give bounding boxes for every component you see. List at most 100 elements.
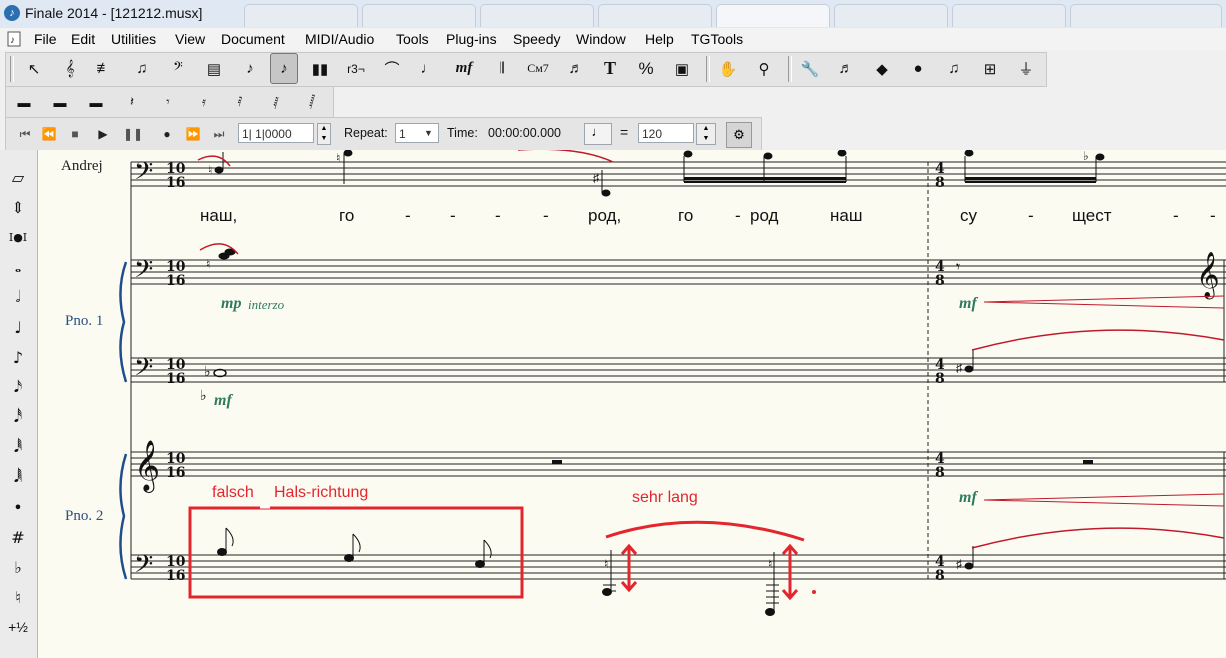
flat-icon[interactable]: ♭ [5, 554, 31, 580]
half-step-icon[interactable]: +½ [5, 614, 31, 640]
browser-tab[interactable] [244, 4, 358, 27]
measure-tool-icon[interactable]: ● [904, 53, 932, 84]
graphics-tool-icon[interactable]: ⊞ [976, 53, 1004, 84]
forward-to-end-icon[interactable]: ⏭ [208, 124, 230, 144]
hundredtwentyeighth-rest-icon[interactable]: 𝅁 [262, 90, 290, 114]
browser-tab[interactable] [952, 4, 1066, 27]
text-tool-icon[interactable]: T [596, 53, 624, 84]
score-view[interactable]: 𝄢 𝄢 𝄢 𝄞 𝄢 10 16 10 16 10 16 10 16 10 16 48 48… [38, 150, 1226, 658]
speedy-eighth-tool-icon[interactable]: ♪ [270, 53, 298, 84]
twohundredfiftysixth-rest-icon[interactable]: 𝅂 [298, 90, 326, 114]
svg-text:♯: ♯ [956, 361, 962, 375]
playback-settings-icon[interactable]: ⚙ [726, 122, 752, 148]
metronome-tool-icon[interactable]: ⏚ [1012, 53, 1040, 84]
menu-view[interactable]: View [175, 31, 205, 47]
menu-plugins[interactable]: Plug-ins [446, 31, 497, 47]
clef-tool-icon[interactable]: 𝄢 [164, 53, 192, 84]
speedy-entry-tool-icon[interactable]: ♫ [128, 53, 156, 84]
sixtyfourth-note-icon[interactable]: 𝅘𝅥𝅱 [5, 434, 31, 460]
measure-counter[interactable]: 1| 1|0000 [238, 123, 314, 143]
menu-speedy[interactable]: Speedy [513, 31, 560, 47]
vocal-staff-name: Andrej [61, 158, 103, 174]
browser-tab[interactable] [1070, 4, 1222, 27]
thirtysecond-rest-icon[interactable]: 𝄿 [190, 90, 218, 114]
sixtyfourth-rest-icon[interactable]: 𝅀 [226, 90, 254, 114]
browser-tab[interactable] [598, 4, 712, 27]
whole-note-icon[interactable]: 𝅝 [5, 254, 31, 280]
eighth-rest-icon[interactable]: 𝄽 [118, 90, 146, 114]
midi-tool-icon[interactable]: ▮▮ [306, 53, 334, 84]
half-note-icon[interactable]: 𝅗𝅥 [5, 284, 31, 310]
rewind-to-start-icon[interactable]: ⏮ [14, 124, 36, 144]
counter-spinner[interactable]: ▲ ▼ [317, 123, 331, 145]
menu-midi-audio[interactable]: MIDI/Audio [305, 31, 374, 47]
browser-tab[interactable] [480, 4, 594, 27]
midi-audio-tool-icon[interactable]: ♬ [832, 53, 860, 84]
chord-tool-icon[interactable]: Cм7 [524, 53, 552, 84]
record-icon[interactable]: ● [156, 124, 178, 144]
eighth-note-icon[interactable]: ♪ [5, 344, 31, 370]
page-layout-tool-icon[interactable]: ▣ [668, 53, 696, 84]
expression-tool-icon[interactable]: mf [450, 53, 478, 84]
sharp-icon[interactable]: # [5, 524, 31, 550]
rewind-icon[interactable]: ⏪ [38, 124, 60, 144]
menu-help[interactable]: Help [645, 31, 674, 47]
time-signature-tool-icon[interactable]: ▤ [200, 53, 228, 84]
sixteenth-rest-icon[interactable]: 𝄾 [154, 90, 182, 114]
tempo-input[interactable]: 120 [638, 123, 694, 143]
repeat-tool-icon[interactable]: 𝄂 [488, 53, 516, 84]
rests-toolbar: ▬ ▬ ▬ 𝄽 𝄾 𝄿 𝅀 𝅁 𝅂 [5, 86, 334, 118]
hundredtwentyeighth-note-icon[interactable]: 𝅘𝅥𝅲 [5, 464, 31, 490]
selection-tool-icon[interactable]: ↖ [20, 53, 48, 84]
simple-entry-tool-icon[interactable]: ≢ [90, 53, 118, 84]
playback-controls: ⏮ ⏪ ■ ▶ ❚❚ ● ⏩ ⏭ 1| 1|0000 ▲ ▼ Repeat: 1 … [5, 117, 762, 151]
zoom-icon[interactable]: ⚲ [750, 53, 778, 84]
fast-forward-icon[interactable]: ⏩ [182, 124, 204, 144]
menu-edit[interactable]: Edit [71, 31, 95, 47]
browser-tab[interactable] [362, 4, 476, 27]
hand-grabber-icon[interactable]: ✋ [714, 53, 742, 84]
special-tools-icon[interactable]: 🔧 [796, 53, 824, 84]
mirror-tool-icon[interactable]: ◆ [868, 53, 896, 84]
thirtysecond-note-icon[interactable]: 𝅘𝅥𝅰 [5, 404, 31, 430]
pause-icon[interactable]: ❚❚ [122, 124, 144, 144]
whole-rest-icon[interactable]: ▬ [10, 90, 38, 114]
svg-text:♪: ♪ [10, 35, 15, 46]
menu-document[interactable]: Document [221, 31, 285, 47]
resize-tool-icon[interactable]: % [632, 53, 660, 84]
tempo-unit-button[interactable]: ♩ [584, 123, 612, 145]
menu-utilities[interactable]: Utilities [111, 31, 156, 47]
chord-label: Cм7 [527, 61, 549, 75]
lyric-hyphen: - [1210, 206, 1216, 225]
tuplet-label: r3¬ [347, 61, 365, 76]
quarter-note-icon[interactable]: ♩ [5, 314, 31, 340]
quarter-rest-icon[interactable]: ▬ [82, 90, 110, 114]
half-rest-icon[interactable]: ▬ [46, 90, 74, 114]
svg-text:𝄢: 𝄢 [134, 157, 153, 192]
menu-tools[interactable]: Tools [396, 31, 429, 47]
staff-tool-icon[interactable]: 𝄞 [56, 53, 84, 84]
dot-icon[interactable]: • [5, 494, 31, 520]
annotation-falsch: falsch [212, 484, 254, 501]
articulation-tool-icon[interactable]: ♩ [414, 53, 442, 84]
note-tool-icon[interactable]: ♪ [236, 53, 264, 84]
menu-window[interactable]: Window [576, 31, 626, 47]
browser-tab[interactable] [834, 4, 948, 27]
lyric-syllable: го [339, 206, 355, 225]
tempo-spinner[interactable]: ▲ ▼ [696, 123, 716, 145]
tuplet-tool-icon[interactable]: r3¬ [342, 53, 370, 84]
lyrics-tool-icon[interactable]: ♬ [562, 53, 590, 84]
eraser-icon[interactable]: ▱ [5, 164, 31, 190]
smart-shape-tool-icon[interactable]: ⌒ [378, 53, 406, 84]
stop-icon[interactable]: ■ [64, 124, 86, 144]
stem-direction-icon[interactable]: ⇕ [5, 194, 31, 220]
ossia-tool-icon[interactable]: ♫ [940, 53, 968, 84]
sixteenth-note-icon[interactable]: 𝅘𝅥𝅯 [5, 374, 31, 400]
tie-icon[interactable]: I●I [5, 224, 31, 250]
menu-file[interactable]: File [34, 31, 57, 47]
play-icon[interactable]: ▶ [92, 124, 114, 144]
menu-tgtools[interactable]: TGTools [691, 31, 743, 47]
lyric-hyphen: - [735, 206, 741, 225]
browser-tab[interactable] [716, 4, 830, 27]
natural-icon[interactable]: ♮ [5, 584, 31, 610]
